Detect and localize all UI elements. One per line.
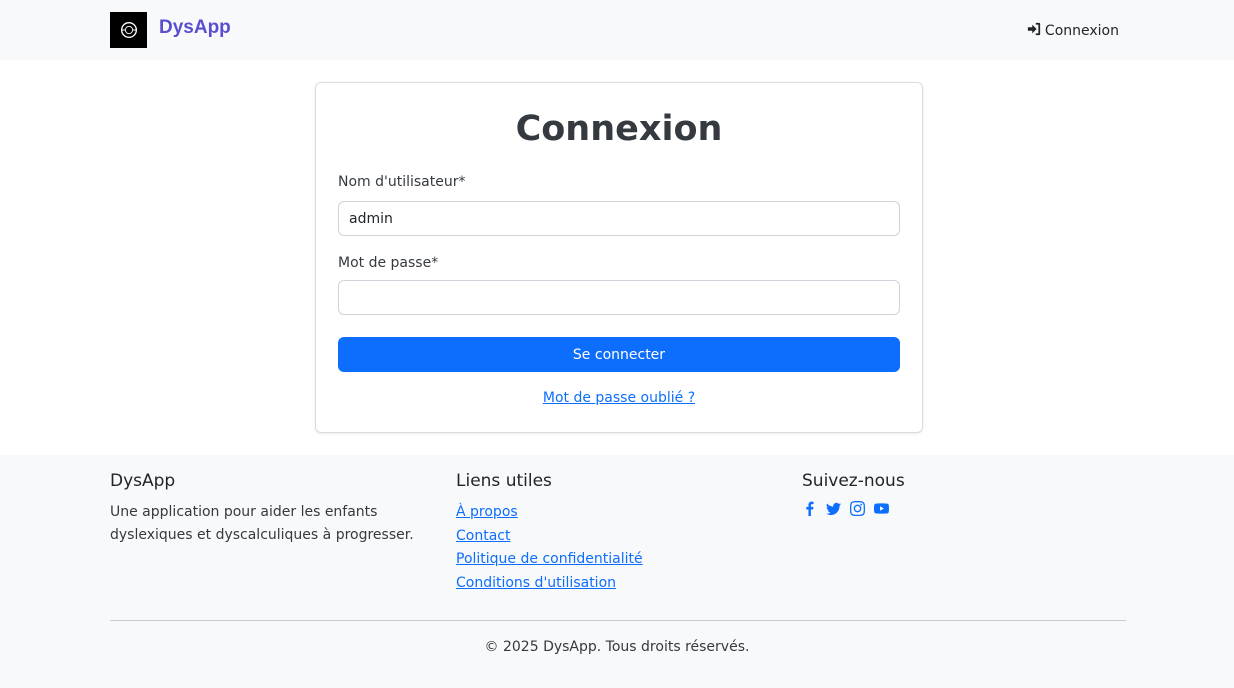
instagram-icon[interactable]	[850, 501, 865, 516]
sign-in-icon	[1027, 22, 1041, 40]
footer: DysApp Une application pour aider les en…	[0, 455, 1234, 688]
footer-links-list: À propos Contact Politique de confidenti…	[456, 501, 643, 595]
footer-link-item: Contact	[456, 525, 643, 549]
footer-link-item: Conditions d'utilisation	[456, 572, 643, 596]
about-link[interactable]: À propos	[456, 504, 518, 520]
nav-login-label: Connexion	[1044, 23, 1119, 39]
password-input[interactable]	[338, 280, 900, 315]
forgot-password-link[interactable]: Mot de passe oublié ?	[543, 390, 695, 406]
contact-link[interactable]: Contact	[456, 528, 510, 544]
footer-links: Liens utiles À propos Contact Politique …	[456, 471, 643, 595]
youtube-icon[interactable]	[874, 501, 889, 516]
terms-link[interactable]: Conditions d'utilisation	[456, 575, 616, 591]
login-card: Connexion Nom d'utilisateur* Mot de pass…	[315, 82, 923, 433]
password-label: Mot de passe*	[338, 255, 439, 271]
footer-social-heading: Suivez-nous	[802, 471, 905, 491]
twitter-icon[interactable]	[826, 501, 841, 516]
footer-links-heading: Liens utiles	[456, 471, 552, 491]
brand-name[interactable]: DysApp	[159, 17, 231, 39]
login-submit-button[interactable]: Se connecter	[338, 337, 900, 372]
username-input[interactable]	[338, 201, 900, 236]
footer-about-heading: DysApp	[110, 471, 176, 491]
footer-link-item: Politique de confidentialité	[456, 548, 643, 572]
login-title: Connexion	[515, 109, 723, 149]
footer-about: DysApp Une application pour aider les en…	[110, 471, 440, 547]
footer-social: Suivez-nous	[802, 471, 905, 516]
copyright-text: © 2025 DysApp. Tous droits réservés.	[484, 639, 750, 655]
footer-link-item: À propos	[456, 501, 643, 525]
username-label: Nom d'utilisateur*	[338, 174, 466, 190]
forgot-password-container: Mot de passe oublié ?	[316, 390, 922, 406]
dys-logo-icon[interactable]	[110, 12, 147, 48]
facebook-icon[interactable]	[802, 501, 817, 516]
social-icons	[802, 501, 905, 516]
navbar: DysApp Connexion	[0, 0, 1234, 60]
privacy-link[interactable]: Politique de confidentialité	[456, 551, 643, 567]
footer-about-text: Une application pour aider les enfants d…	[110, 504, 414, 543]
footer-divider	[110, 620, 1126, 621]
nav-login-link[interactable]: Connexion	[1027, 20, 1119, 42]
